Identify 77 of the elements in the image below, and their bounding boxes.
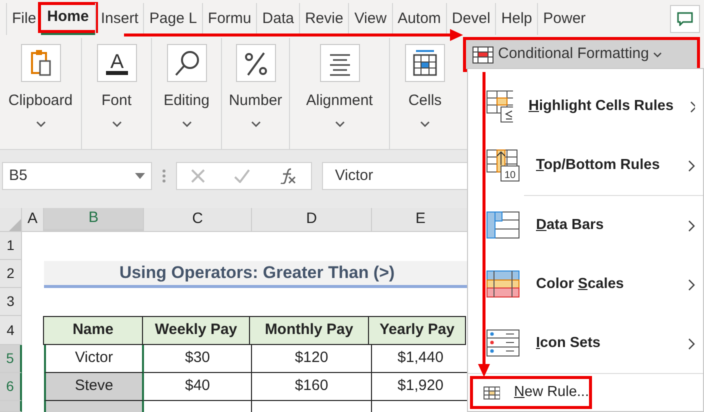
group-label: Alignment	[306, 91, 373, 111]
highlight-frame	[38, 2, 98, 33]
group-label: Editing	[164, 91, 210, 111]
table-icon	[472, 46, 494, 64]
ribbon-tab[interactable]: Insert	[94, 3, 144, 35]
table-cell: $120	[252, 345, 372, 373]
editing-icon	[174, 49, 200, 77]
sheet-title: Using Operators: Greater Than (>)	[44, 261, 470, 288]
table-cell: $160	[252, 373, 372, 401]
column-heading: Monthly Pay	[249, 316, 369, 345]
chevron-down-icon[interactable]	[420, 120, 430, 126]
chevron-down-icon[interactable]	[182, 120, 192, 126]
table-cell: $30	[144, 345, 252, 373]
row-header[interactable]: 5	[0, 345, 22, 373]
column-header[interactable]: D	[252, 208, 372, 231]
ribbon-tab[interactable]: Home	[41, 3, 95, 35]
menu-item[interactable]: Icon Sets	[468, 314, 703, 373]
menu-item-label: Icon Sets	[536, 334, 602, 353]
menu-item-label: Color Scales	[536, 274, 625, 294]
row-header[interactable]: 2	[0, 260, 22, 288]
menu-item-label: Top/Bottom Rules	[536, 156, 661, 175]
comment-icon	[677, 12, 693, 26]
cell-reference: B5	[9, 166, 28, 186]
column-heading: Weekly Pay	[142, 316, 250, 345]
new-rule-button[interactable]: New Rule...	[470, 376, 592, 409]
row-header[interactable]	[0, 401, 22, 412]
chevron-down-icon[interactable]	[36, 120, 46, 126]
menu-item[interactable]: 10 Top/Bottom Rules	[468, 136, 703, 195]
column-heading: Yearly Pay	[368, 316, 466, 345]
ribbon-tab[interactable]: Data	[256, 3, 299, 35]
column-header[interactable]: C	[144, 208, 252, 231]
formula-text: Victor	[335, 166, 374, 186]
row-header[interactable]: 1	[0, 232, 22, 260]
group-label: Cells	[408, 91, 442, 111]
cells-button[interactable]	[405, 44, 445, 82]
table-cell: $40	[144, 373, 252, 401]
alignment-button[interactable]	[320, 44, 360, 82]
chevron-down-icon[interactable]	[334, 120, 344, 126]
menu-item[interactable]: Color Scales	[468, 255, 703, 314]
menu-item-label: Data Bars	[536, 216, 605, 235]
number-button[interactable]	[236, 44, 276, 82]
checkmark-icon[interactable]	[234, 169, 250, 183]
ribbon-tab[interactable]: File	[6, 3, 42, 35]
row-header[interactable]: 6	[0, 373, 22, 401]
column-heading: Name	[43, 316, 143, 345]
ribbon-tab[interactable]: Help	[495, 3, 538, 35]
name-box[interactable]: B5	[2, 162, 152, 190]
cells-icon	[412, 49, 438, 77]
column-header[interactable]: B	[44, 208, 144, 231]
group-label: Number	[228, 91, 282, 111]
table-icon	[483, 386, 500, 400]
row-header[interactable]: 4	[0, 316, 22, 345]
function-icon[interactable]	[278, 168, 297, 184]
ribbon-tab[interactable]: Formu	[202, 3, 256, 35]
ribbon-tab[interactable]: View	[348, 3, 392, 35]
chevron-down-icon[interactable]	[112, 120, 122, 126]
chevron-down-icon[interactable]	[250, 120, 260, 126]
group-label: Font	[101, 91, 132, 111]
editing-button[interactable]	[166, 44, 206, 82]
drag-handle-icon[interactable]	[162, 169, 166, 183]
comments-button[interactable]	[670, 5, 700, 33]
row-header[interactable]: 3	[0, 288, 22, 316]
highlight-icon	[486, 90, 513, 124]
ribbon-tab[interactable]: Power	[537, 3, 591, 35]
table-cell: Victor	[44, 345, 144, 373]
group-label: Clipboard	[8, 91, 73, 111]
chevron-down-icon	[652, 52, 662, 58]
menu-item[interactable]: Data Bars	[468, 196, 703, 255]
dropdown-caret-icon	[135, 173, 145, 179]
table-cell: Steve	[44, 373, 144, 401]
menu-item-label: Highlight Cells Rules	[528, 96, 674, 116]
ribbon-tab[interactable]: Page L	[143, 3, 202, 35]
menu-item[interactable]: Highlight Cells Rules	[468, 77, 703, 136]
ribbon-tab[interactable]: Revie	[298, 3, 348, 35]
font-button[interactable]: A	[96, 44, 136, 82]
ribbon-tab[interactable]: Autom	[392, 3, 446, 35]
clipboard-button[interactable]	[20, 44, 60, 82]
